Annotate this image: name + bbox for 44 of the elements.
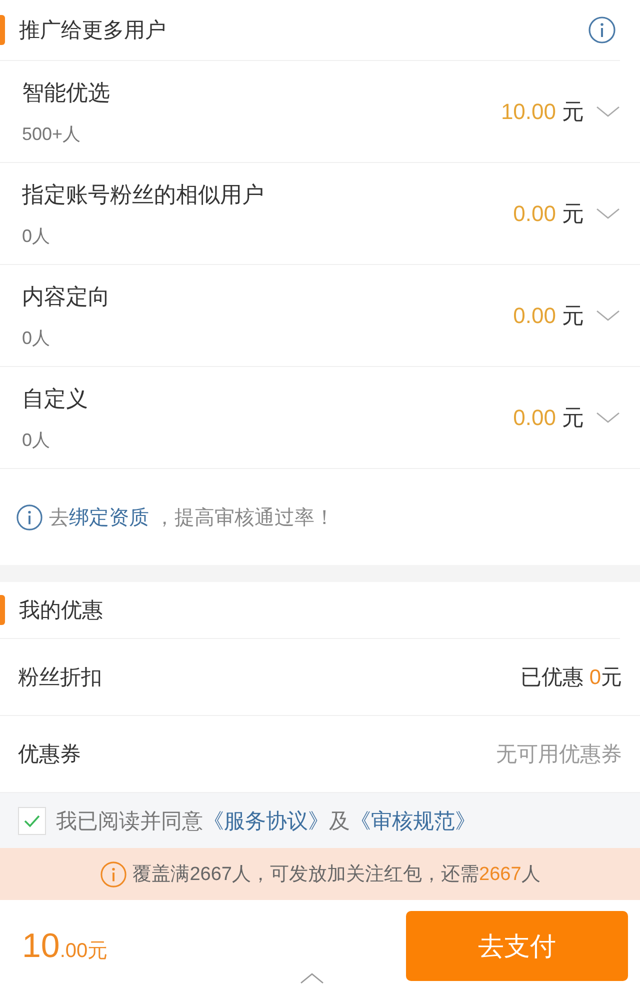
option-name: 智能优选 bbox=[22, 78, 110, 106]
section-title: 我的优惠 bbox=[19, 598, 104, 624]
currency-unit: 元 bbox=[562, 98, 584, 126]
option-name: 内容定向 bbox=[22, 282, 110, 310]
budget-amount: 10.00 bbox=[500, 98, 556, 124]
accent-bar bbox=[0, 15, 5, 45]
service-agreement-link[interactable]: 《服务协议》 bbox=[203, 810, 329, 832]
discount-label: 粉丝折扣 bbox=[18, 665, 102, 691]
agreement-text: 我已阅读并同意《服务协议》及《审核规范》 bbox=[56, 808, 476, 834]
tip-text: 去绑定资质 ，提高审核通过率！ bbox=[49, 506, 335, 530]
info-icon[interactable] bbox=[588, 16, 616, 44]
chevron-up-icon[interactable] bbox=[300, 972, 324, 984]
audience-count: 500+人 bbox=[22, 122, 82, 146]
budget-amount: 0.00 bbox=[513, 404, 556, 430]
accent-bar bbox=[0, 595, 5, 625]
coupon-status: 无可用优惠券 bbox=[496, 742, 622, 768]
currency-unit: 元 bbox=[562, 302, 584, 330]
review-rules-link[interactable]: 《审核规范》 bbox=[350, 810, 476, 832]
chevron-down-icon bbox=[596, 310, 620, 322]
option-name: 指定账号粉丝的相似用户 bbox=[22, 180, 264, 208]
targeting-option[interactable]: 内容定向 0人 0.00 元 bbox=[0, 265, 640, 367]
audience-count: 0人 bbox=[22, 428, 52, 452]
bind-qualification-link[interactable]: 绑定资质 bbox=[69, 506, 149, 528]
info-icon bbox=[100, 860, 127, 888]
section-title: 推广给更多用户 bbox=[19, 18, 167, 44]
targeting-option[interactable]: 指定账号粉丝的相似用户 0人 0.00 元 bbox=[0, 163, 640, 265]
audience-count: 0人 bbox=[22, 326, 52, 350]
chevron-down-icon bbox=[596, 412, 620, 424]
currency-unit: 元 bbox=[562, 200, 584, 228]
currency-unit: 元 bbox=[562, 404, 584, 432]
info-icon bbox=[16, 504, 43, 530]
notice-text: 覆盖满2667人，可发放加关注红包，还需2667人 bbox=[132, 862, 540, 887]
discount-value: 已优惠 0元 bbox=[520, 665, 622, 691]
chevron-down-icon bbox=[596, 208, 620, 220]
targeting-option[interactable]: 智能优选 500+人 10.00 元 bbox=[0, 61, 640, 163]
discount-label: 优惠券 bbox=[18, 742, 81, 768]
total-price: 10.00元 bbox=[22, 926, 108, 966]
budget-amount: 0.00 bbox=[513, 302, 556, 328]
targeting-option[interactable]: 自定义 0人 0.00 元 bbox=[0, 367, 640, 469]
audience-count: 0人 bbox=[22, 224, 52, 248]
budget-amount: 0.00 bbox=[513, 200, 556, 226]
chevron-down-icon bbox=[596, 106, 620, 118]
agreement-checkbox[interactable] bbox=[18, 806, 46, 834]
option-name: 自定义 bbox=[22, 384, 88, 412]
